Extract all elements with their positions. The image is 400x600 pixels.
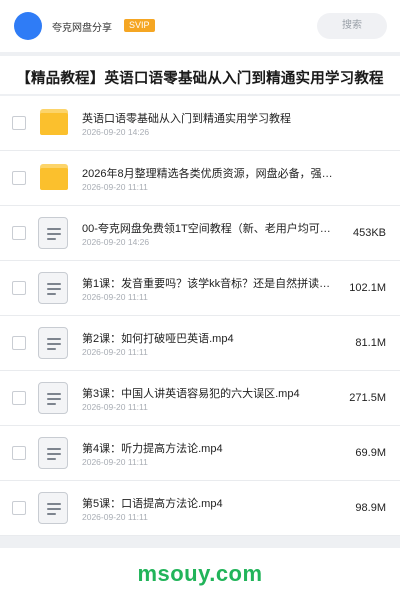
file-size: 98.9M	[355, 502, 386, 514]
document-icon	[38, 327, 70, 359]
row-checkbox[interactable]	[12, 336, 26, 350]
list-item[interactable]: 第3课：中国人讲英语容易犯的六大误区.mp4 2026-09-20 11:11 …	[0, 371, 400, 426]
file-date: 2026-09-20 11:11	[82, 457, 148, 467]
document-icon	[38, 437, 70, 469]
file-date: 2026-09-20 11:11	[82, 182, 148, 192]
row-checkbox[interactable]	[12, 501, 26, 515]
file-date: 2026-09-20 11:11	[82, 512, 148, 522]
row-checkbox[interactable]	[12, 226, 26, 240]
page-title: 【精品教程】英语口语零基础从入门到精通实用学习教程	[16, 71, 384, 87]
document-icon	[38, 272, 70, 304]
row-checkbox[interactable]	[12, 446, 26, 460]
file-size: 102.1M	[349, 282, 386, 294]
title-bar: 【精品教程】英语口语零基础从入门到精通实用学习教程	[0, 56, 400, 94]
row-checkbox[interactable]	[12, 116, 26, 130]
document-icon	[38, 217, 70, 249]
svip-badge: SVIP	[124, 19, 155, 32]
list-item[interactable]: 英语口语零基础从入门到精通实用学习教程 2026-09-20 14:26	[0, 96, 400, 151]
file-date: 2026-09-20 11:11	[82, 292, 148, 302]
list-item[interactable]: 00-夸克网盘免费领1T空间教程（新、老用户均可）… 2026-09-20 14…	[0, 206, 400, 261]
row-checkbox[interactable]	[12, 391, 26, 405]
list-item[interactable]: 第1课：发音重要吗？该学kk音标？还是自然拼读.m… 2026-09-20 11…	[0, 261, 400, 316]
list-item[interactable]: 第4课：听力提高方法论.mp4 2026-09-20 11:11 69.9M	[0, 426, 400, 481]
file-size: 271.5M	[349, 392, 386, 404]
file-name: 第2课：如何打破哑巴英语.mp4	[82, 333, 234, 345]
watermark-area: msouy.com	[0, 548, 400, 600]
list-item[interactable]: 第5课：口语提高方法论.mp4 2026-09-20 11:11 98.9M	[0, 481, 400, 536]
list-item[interactable]: 2026年8月整理精选各类优质资源，网盘必备，强… 2026-09-20 11:…	[0, 151, 400, 206]
file-size: 453KB	[352, 227, 386, 239]
file-date: 2026-09-20 11:11	[82, 347, 148, 357]
folder-icon	[38, 107, 70, 139]
folder-icon	[38, 162, 70, 194]
list-item[interactable]: 第2课：如何打破哑巴英语.mp4 2026-09-20 11:11 81.1M	[0, 316, 400, 371]
document-icon	[38, 492, 70, 524]
file-date: 2026-09-20 14:26	[82, 237, 150, 247]
avatar[interactable]	[14, 12, 42, 40]
row-checkbox[interactable]	[12, 281, 26, 295]
watermark: msouy.com	[137, 561, 263, 586]
file-name: 第1课：发音重要吗？该学kk音标？还是自然拼读.m…	[82, 278, 332, 290]
file-date: 2026-09-20 14:26	[82, 127, 150, 137]
file-name: 英语口语零基础从入门到精通实用学习教程	[82, 113, 291, 125]
file-name: 2026年8月整理精选各类优质资源，网盘必备，强…	[82, 168, 333, 180]
file-date: 2026-09-20 11:11	[82, 402, 148, 412]
file-list: 英语口语零基础从入门到精通实用学习教程 2026-09-20 14:26 202…	[0, 96, 400, 536]
file-name: 00-夸克网盘免费领1T空间教程（新、老用户均可）…	[82, 223, 332, 235]
document-icon	[38, 382, 70, 414]
file-name: 第4课：听力提高方法论.mp4	[82, 443, 223, 455]
file-name: 第3课：中国人讲英语容易犯的六大误区.mp4	[82, 388, 300, 400]
share-title: 夸克网盘分享	[52, 23, 112, 34]
file-name: 第5课：口语提高方法论.mp4	[82, 498, 223, 510]
file-size: 69.9M	[355, 447, 386, 459]
search-button[interactable]: 搜索	[317, 13, 387, 39]
row-checkbox[interactable]	[12, 171, 26, 185]
app-header: 夸克网盘分享 SVIP 搜索	[0, 0, 400, 52]
file-size: 81.1M	[355, 337, 386, 349]
